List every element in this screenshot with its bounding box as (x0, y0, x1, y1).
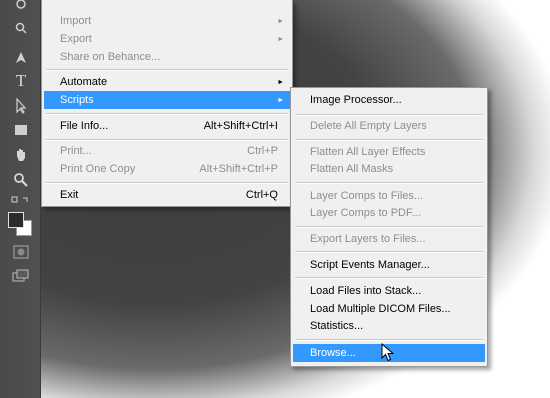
submenu-arrow-icon: ► (277, 17, 284, 25)
menu-item-shortcut: Alt+Shift+Ctrl+I (203, 120, 278, 132)
menu-item-image-processor[interactable]: Image Processor... (293, 91, 485, 109)
file-menu: Import ► Export ► Share on Behance... Au… (41, 0, 293, 207)
menu-separator (295, 277, 483, 279)
menu-separator (295, 114, 483, 116)
more-tools-icon[interactable] (10, 190, 32, 210)
menu-item-label: Print One Copy (60, 163, 136, 175)
menu-item-label: Load Multiple DICOM Files... (310, 303, 451, 315)
magnifier-small-icon[interactable] (10, 18, 32, 38)
menu-item-shortcut: Alt+Shift+Ctrl+P (199, 163, 278, 175)
menu-item-label: Import (60, 15, 92, 27)
menu-separator (295, 182, 483, 184)
menu-item-statistics[interactable]: Statistics... (293, 317, 485, 335)
quick-mask-icon[interactable] (10, 242, 32, 262)
menu-item-layer-comps-to-pdf[interactable]: Layer Comps to PDF... (293, 204, 485, 222)
menu-item-shortcut: Ctrl+P (247, 145, 278, 157)
mouse-pointer-icon (381, 342, 395, 368)
menu-item-load-multiple-dicom-files[interactable]: Load Multiple DICOM Files... (293, 300, 485, 318)
menu-separator (46, 182, 288, 184)
menu-item-file-info[interactable]: File Info... Alt+Shift+Ctrl+I (44, 117, 290, 135)
menu-item-label: Flatten All Layer Effects (310, 146, 426, 158)
hand-icon[interactable] (10, 145, 32, 165)
tools-panel: T (0, 0, 41, 398)
menu-item-export-layers-to-files[interactable]: Export Layers to Files... (293, 230, 485, 248)
menu-item-label: Image Processor... (310, 94, 402, 106)
menu-item-label: Layer Comps to PDF... (310, 207, 421, 219)
menu-separator (295, 339, 483, 341)
menu-item-label: Print... (60, 145, 92, 157)
menu-item-export[interactable]: Export ► (44, 30, 290, 48)
menu-separator (46, 113, 288, 115)
rectangle-icon[interactable] (10, 120, 32, 140)
menu-item-print-one-copy[interactable]: Print One Copy Alt+Shift+Ctrl+P (44, 160, 290, 178)
submenu-arrow-icon: ► (277, 35, 284, 43)
type-glyph: T (15, 71, 27, 90)
screen-mode-icon[interactable] (10, 266, 32, 286)
menu-separator (295, 139, 483, 141)
menu-item-automate[interactable]: Automate ► (44, 73, 290, 91)
menu-item-layer-comps-to-files[interactable]: Layer Comps to Files... (293, 187, 485, 205)
submenu-arrow-icon: ► (277, 96, 284, 104)
path-selection-icon[interactable] (10, 96, 32, 116)
menu-item-label: Export (60, 33, 92, 45)
menu-item-scripts[interactable]: Scripts ► (44, 91, 290, 109)
menu-item-shortcut: Ctrl+Q (245, 189, 278, 201)
pen-icon[interactable] (10, 48, 32, 68)
menu-item-label: Automate (60, 76, 108, 88)
menu-item-delete-all-empty-layers[interactable]: Delete All Empty Layers (293, 117, 485, 135)
menu-item-label: Layer Comps to Files... (310, 190, 424, 202)
menu-item-script-events-manager[interactable]: Script Events Manager... (293, 256, 485, 274)
menu-separator (46, 139, 288, 141)
menu-item-label: Browse... (310, 347, 356, 359)
menu-item-label: Flatten All Masks (310, 163, 394, 175)
menu-separator (295, 251, 483, 253)
zoom-icon[interactable] (10, 170, 32, 190)
menu-item-label: File Info... (60, 120, 109, 132)
submenu-arrow-icon: ► (277, 78, 284, 86)
menu-item-label: Scripts (60, 94, 94, 106)
menu-item-flatten-all-masks[interactable]: Flatten All Masks (293, 160, 485, 178)
menu-item-label: Exit (60, 189, 79, 201)
scripts-submenu: Image Processor... Delete All Empty Laye… (290, 87, 488, 367)
menu-item-flatten-all-layer-effects[interactable]: Flatten All Layer Effects (293, 143, 485, 161)
menu-item-label: Share on Behance... (60, 51, 161, 63)
menu-separator (295, 226, 483, 228)
menu-item-load-files-into-stack[interactable]: Load Files into Stack... (293, 282, 485, 300)
spot-healing-icon[interactable] (10, 0, 32, 14)
menu-item-label: Script Events Manager... (310, 259, 430, 271)
menu-item-print[interactable]: Print... Ctrl+P (44, 142, 290, 160)
menu-item-label: Statistics... (310, 320, 364, 332)
menu-item-share-on-behance[interactable]: Share on Behance... (44, 48, 290, 66)
menu-item-label: Load Files into Stack... (310, 285, 422, 297)
menu-item-label: Export Layers to Files... (310, 233, 426, 245)
menu-separator (46, 69, 288, 71)
menu-item-exit[interactable]: Exit Ctrl+Q (44, 186, 290, 204)
type-icon[interactable]: T (10, 71, 32, 91)
menu-item-import[interactable]: Import ► (44, 12, 290, 30)
foreground-color-swatch[interactable] (8, 212, 24, 228)
menu-item-label: Delete All Empty Layers (310, 120, 427, 132)
